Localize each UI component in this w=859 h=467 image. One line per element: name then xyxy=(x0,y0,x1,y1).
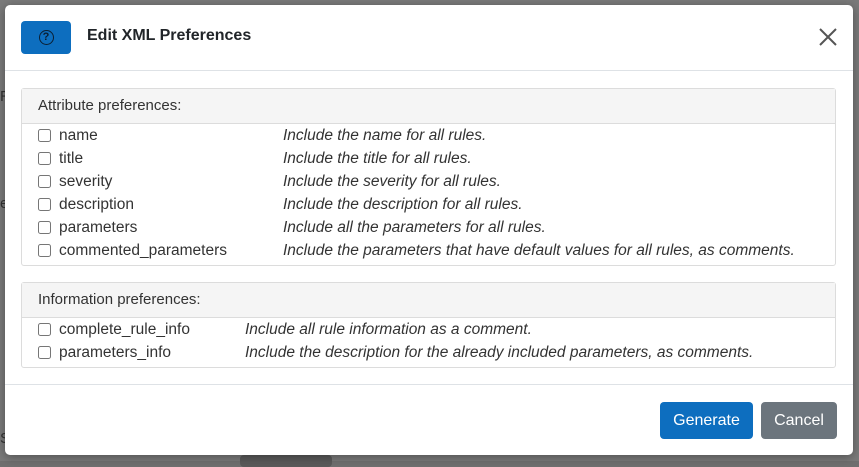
option-description: Include the title for all rules. xyxy=(283,150,472,167)
option-label: parameters xyxy=(59,219,138,236)
option-description: Include the description for all rules. xyxy=(283,196,523,213)
information-preferences-panel: Information preferences: complete_rule_i… xyxy=(21,282,836,368)
dialog-title: Edit XML Preferences xyxy=(87,27,252,44)
attribute-preferences-heading: Attribute preferences: xyxy=(22,89,835,124)
information-preferences-list: complete_rule_info Include all rule info… xyxy=(22,318,835,365)
generate-button[interactable]: Generate xyxy=(660,402,753,439)
checkbox-name[interactable] xyxy=(38,129,51,142)
preference-row-severity: severity Include the severity for all ru… xyxy=(22,171,835,194)
option-description: Include the severity for all rules. xyxy=(283,173,501,190)
preference-row-description: description Include the description for … xyxy=(22,194,835,217)
checkbox-complete-rule-info[interactable] xyxy=(38,323,51,336)
preference-row-parameters: parameters Include all the parameters fo… xyxy=(22,217,835,240)
checkbox-parameters-info[interactable] xyxy=(38,346,51,359)
dialog-footer: Generate Cancel xyxy=(5,384,853,455)
option-label: complete_rule_info xyxy=(59,321,190,338)
close-button[interactable] xyxy=(817,26,839,48)
edit-xml-preferences-dialog: ? Edit XML Preferences Attribute prefere… xyxy=(5,5,853,455)
attribute-preferences-list: name Include the name for all rules. tit… xyxy=(22,124,835,263)
information-preferences-heading: Information preferences: xyxy=(22,283,835,318)
option-label: parameters_info xyxy=(59,344,172,361)
attribute-preferences-panel: Attribute preferences: name Include the … xyxy=(21,88,836,266)
checkbox-title[interactable] xyxy=(38,152,51,165)
preference-row-title: title Include the title for all rules. xyxy=(22,148,835,171)
preference-row-parameters-info: parameters_info Include the description … xyxy=(22,342,835,365)
checkbox-description[interactable] xyxy=(38,198,51,211)
option-description: Include all rule information as a commen… xyxy=(245,321,532,338)
option-label: description xyxy=(59,196,134,213)
option-description: Include all the parameters for all rules… xyxy=(283,219,546,236)
option-label: title xyxy=(59,150,84,167)
checkbox-commented-parameters[interactable] xyxy=(38,244,51,257)
checkbox-severity[interactable] xyxy=(38,175,51,188)
option-label: severity xyxy=(59,173,113,190)
option-description: Include the description for the already … xyxy=(245,344,754,361)
option-description: Include the parameters that have default… xyxy=(283,242,795,259)
cancel-button[interactable]: Cancel xyxy=(761,402,837,439)
preference-row-name: name Include the name for all rules. xyxy=(22,125,835,148)
preference-row-commented-parameters: commented_parameters Include the paramet… xyxy=(22,240,835,263)
preference-row-complete-rule-info: complete_rule_info Include all rule info… xyxy=(22,319,835,342)
option-label: commented_parameters xyxy=(59,242,227,259)
option-description: Include the name for all rules. xyxy=(283,127,487,144)
question-circle-icon: ? xyxy=(38,30,54,45)
background-button xyxy=(240,455,332,467)
option-label: name xyxy=(59,127,98,144)
dialog-header: ? Edit XML Preferences xyxy=(5,5,853,71)
close-x-icon xyxy=(819,28,837,46)
checkbox-parameters[interactable] xyxy=(38,221,51,234)
help-button[interactable]: ? xyxy=(21,21,71,54)
